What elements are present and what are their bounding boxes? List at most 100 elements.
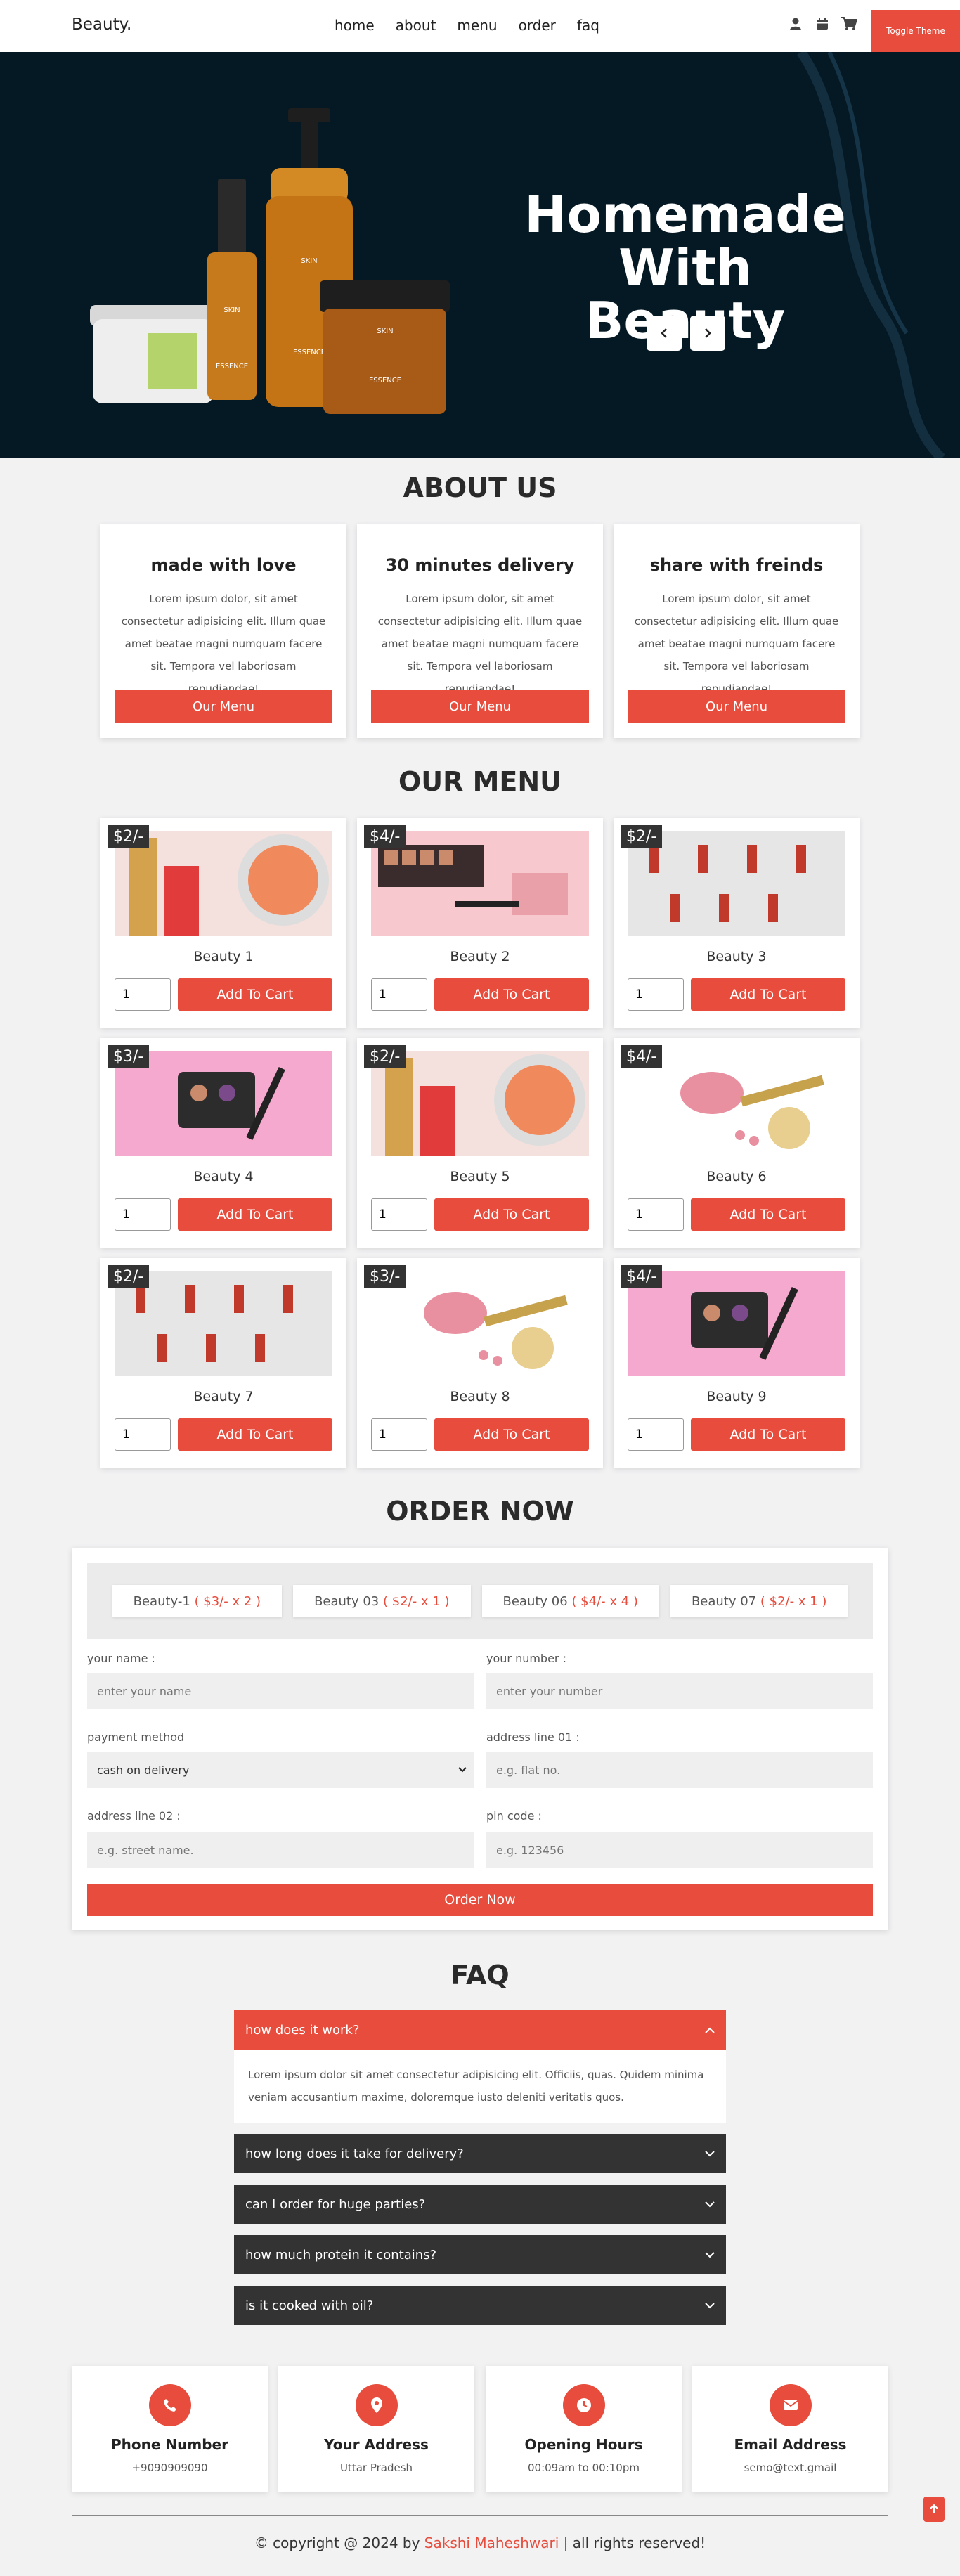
about-card: made with love Lorem ipsum dolor, sit am… xyxy=(100,524,346,738)
author-link[interactable]: Sakshi Maheshwari xyxy=(424,2535,559,2551)
add-to-cart-button[interactable]: Add To Cart xyxy=(178,1198,332,1231)
product-label-4: ESSENCE xyxy=(293,349,325,356)
copyright-suffix: | all rights reserved! xyxy=(563,2535,706,2551)
chip-detail: ( $2/- x 1 ) xyxy=(760,1593,827,1609)
menu-item-name: Beauty 9 xyxy=(706,1389,767,1404)
order-chip[interactable]: Beauty 07 ( $2/- x 1 ) xyxy=(670,1585,848,1617)
order-summary: Beauty-1 ( $3/- x 2 ) Beauty 03 ( $2/- x… xyxy=(87,1563,873,1639)
footer-divider xyxy=(72,2515,888,2516)
quantity-input[interactable] xyxy=(628,978,684,1011)
address1-input[interactable] xyxy=(486,1752,873,1788)
quantity-input[interactable] xyxy=(371,1418,427,1451)
chip-detail: ( $4/- x 4 ) xyxy=(571,1593,638,1609)
faq-heading: FAQ xyxy=(450,1960,510,1991)
menu-item-name: Beauty 3 xyxy=(706,949,767,964)
copyright-prefix: © copyright @ 2024 by xyxy=(254,2535,420,2551)
user-icon[interactable] xyxy=(787,15,804,32)
quantity-input[interactable] xyxy=(371,978,427,1011)
main-nav: home about menu order faq xyxy=(335,17,599,34)
menu-item-name: Beauty 5 xyxy=(450,1169,510,1184)
add-to-cart-button[interactable]: Add To Cart xyxy=(691,1198,845,1231)
add-to-cart-button[interactable]: Add To Cart xyxy=(434,978,589,1011)
add-to-cart-button[interactable]: Add To Cart xyxy=(434,1198,589,1231)
number-input[interactable] xyxy=(486,1673,873,1709)
about-card-title: made with love xyxy=(150,555,297,575)
add-to-cart-button[interactable]: Add To Cart xyxy=(691,978,845,1011)
our-menu-button[interactable]: Our Menu xyxy=(115,690,332,723)
quantity-input[interactable] xyxy=(371,1198,427,1231)
quantity-input[interactable] xyxy=(628,1198,684,1231)
name-input[interactable] xyxy=(87,1673,474,1709)
hero-next-button[interactable] xyxy=(690,316,725,351)
arrow-up-icon xyxy=(930,2504,938,2513)
phone-icon xyxy=(148,2384,191,2426)
product-label-1: SKIN xyxy=(223,306,240,314)
menu-price: $2/- xyxy=(108,825,150,848)
faq-question[interactable]: how long does it take for delivery? xyxy=(234,2134,726,2173)
about-card-title: share with freinds xyxy=(649,555,824,575)
hero-prev-button[interactable] xyxy=(647,316,682,351)
faq-question-text: is it cooked with oil? xyxy=(245,2298,374,2313)
quantity-input[interactable] xyxy=(115,1198,171,1231)
faq-question[interactable]: is it cooked with oil? xyxy=(234,2286,726,2325)
our-menu-button[interactable]: Our Menu xyxy=(628,690,845,723)
contact-value: 00:09am to 00:10pm xyxy=(528,2461,640,2474)
hero-controls xyxy=(647,316,725,351)
menu-card: $4/- Beauty 9 Add To Cart xyxy=(614,1258,860,1468)
nav-home[interactable]: home xyxy=(335,17,375,34)
menu-price: $2/- xyxy=(108,1265,150,1288)
faq-question[interactable]: how does it work? xyxy=(234,2010,726,2050)
chevron-left-icon xyxy=(661,328,667,338)
contact-card-address: Your Address Uttar Pradesh xyxy=(278,2366,474,2492)
menu-card: $4/- Beauty 6 Add To Cart xyxy=(614,1038,860,1248)
about-card-title: 30 minutes delivery xyxy=(385,555,575,575)
product-label-3: SKIN xyxy=(301,257,317,265)
nav-about[interactable]: about xyxy=(396,17,436,34)
menu-card: $2/- Beauty 7 Add To Cart xyxy=(100,1258,346,1468)
chevron-right-icon xyxy=(705,328,711,338)
payment-select[interactable]: cash on delivery xyxy=(87,1752,474,1788)
add-to-cart-button[interactable]: Add To Cart xyxy=(691,1418,845,1451)
quantity-input[interactable] xyxy=(628,1418,684,1451)
about-card-text: Lorem ipsum dolor, sit amet consectetur … xyxy=(377,593,583,695)
menu-item-name: Beauty 2 xyxy=(450,949,510,964)
chevron-up-icon xyxy=(705,2027,715,2033)
quantity-input[interactable] xyxy=(115,1418,171,1451)
calendar-icon[interactable] xyxy=(814,15,831,32)
scroll-top-button[interactable] xyxy=(923,2497,945,2522)
our-menu-button[interactable]: Our Menu xyxy=(371,690,589,723)
faq-question[interactable]: how much protein it contains? xyxy=(234,2235,726,2274)
menu-price: $2/- xyxy=(364,1045,406,1068)
menu-price: $4/- xyxy=(621,1045,663,1068)
faq-item: is it cooked with oil? xyxy=(234,2286,726,2325)
address2-input[interactable] xyxy=(87,1832,474,1868)
faq-question[interactable]: can I order for huge parties? xyxy=(234,2185,726,2224)
order-chip[interactable]: Beauty 06 ( $4/- x 4 ) xyxy=(481,1585,659,1617)
about-card-text: Lorem ipsum dolor, sit amet consectetur … xyxy=(634,593,839,695)
add-to-cart-button[interactable]: Add To Cart xyxy=(178,978,332,1011)
nav-order[interactable]: order xyxy=(519,17,556,34)
nav-menu[interactable]: menu xyxy=(457,17,497,34)
faq-item: how long does it take for delivery? xyxy=(234,2134,726,2173)
menu-item-name: Beauty 4 xyxy=(193,1169,254,1184)
pin-input[interactable] xyxy=(486,1832,873,1868)
order-chip[interactable]: Beauty-1 ( $3/- x 2 ) xyxy=(112,1585,283,1617)
menu-card: $3/- Beauty 4 Add To Cart xyxy=(100,1038,346,1248)
faq-question-text: how much protein it contains? xyxy=(245,2247,437,2263)
cart-icon[interactable] xyxy=(841,15,857,32)
chevron-down-icon xyxy=(458,1767,467,1773)
add-to-cart-button[interactable]: Add To Cart xyxy=(434,1418,589,1451)
name-label: your name : xyxy=(87,1652,155,1665)
add-to-cart-button[interactable]: Add To Cart xyxy=(178,1418,332,1451)
chevron-down-icon xyxy=(705,2251,715,2258)
menu-item-name: Beauty 1 xyxy=(193,949,254,964)
envelope-icon xyxy=(769,2384,812,2426)
nav-faq[interactable]: faq xyxy=(577,17,599,34)
toggle-theme-button[interactable]: Toggle Theme xyxy=(871,10,960,52)
quantity-input[interactable] xyxy=(115,978,171,1011)
payment-label: payment method xyxy=(87,1730,185,1744)
order-now-button[interactable]: Order Now xyxy=(87,1884,873,1916)
order-chip[interactable]: Beauty 03 ( $2/- x 1 ) xyxy=(293,1585,471,1617)
logo[interactable]: Beauty. xyxy=(72,15,131,34)
hero-products-image: SKIN ESSENCE SKIN ESSENCE SKIN ESSENCE xyxy=(90,108,450,414)
